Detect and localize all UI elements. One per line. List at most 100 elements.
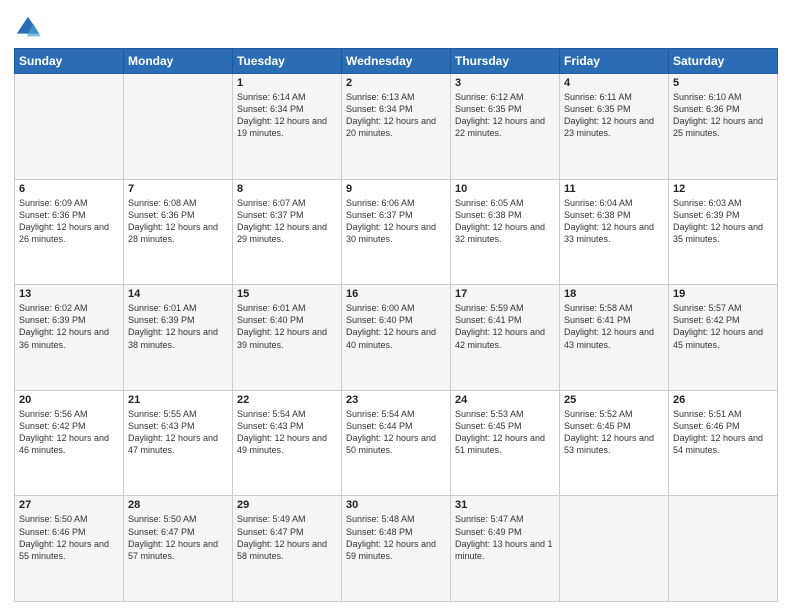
day-info: Sunrise: 6:01 AMSunset: 6:40 PMDaylight:… [237,302,337,351]
logo-icon [14,14,42,42]
day-info: Sunrise: 6:03 AMSunset: 6:39 PMDaylight:… [673,197,773,246]
day-number: 14 [128,288,228,300]
day-number: 27 [19,499,119,511]
day-number: 12 [673,183,773,195]
weekday-wednesday: Wednesday [342,49,451,74]
calendar-cell: 8 Sunrise: 6:07 AMSunset: 6:37 PMDaylight… [233,179,342,285]
calendar-cell: 14Sunrise: 6:01 AMSunset: 6:39 PMDayligh… [124,285,233,391]
day-number: 4 [564,77,664,89]
day-number: 9 [346,183,446,195]
day-number: 21 [128,394,228,406]
day-info: Sunrise: 6:05 AMSunset: 6:38 PMDaylight:… [455,197,555,246]
day-info: Sunrise: 5:55 AMSunset: 6:43 PMDaylight:… [128,408,228,457]
day-info: Sunrise: 5:54 AMSunset: 6:44 PMDaylight:… [346,408,446,457]
day-info: Sunrise: 6:12 AMSunset: 6:35 PMDaylight:… [455,91,555,140]
weekday-friday: Friday [560,49,669,74]
calendar-week-1: 1 Sunrise: 6:14 AMSunset: 6:34 PMDaylight… [15,74,778,180]
day-number: 22 [237,394,337,406]
day-info: Sunrise: 5:54 AMSunset: 6:43 PMDaylight:… [237,408,337,457]
calendar-cell: 17Sunrise: 5:59 AMSunset: 6:41 PMDayligh… [451,285,560,391]
calendar-cell: 27Sunrise: 5:50 AMSunset: 6:46 PMDayligh… [15,496,124,602]
day-number: 7 [128,183,228,195]
day-number: 24 [455,394,555,406]
calendar-cell: 3 Sunrise: 6:12 AMSunset: 6:35 PMDaylight… [451,74,560,180]
calendar-cell: 13Sunrise: 6:02 AMSunset: 6:39 PMDayligh… [15,285,124,391]
day-info: Sunrise: 6:11 AMSunset: 6:35 PMDaylight:… [564,91,664,140]
day-info: Sunrise: 5:48 AMSunset: 6:48 PMDaylight:… [346,513,446,562]
calendar-cell: 28Sunrise: 5:50 AMSunset: 6:47 PMDayligh… [124,496,233,602]
weekday-tuesday: Tuesday [233,49,342,74]
day-number: 16 [346,288,446,300]
day-number: 6 [19,183,119,195]
calendar-week-2: 6 Sunrise: 6:09 AMSunset: 6:36 PMDaylight… [15,179,778,285]
calendar-body: 1 Sunrise: 6:14 AMSunset: 6:34 PMDaylight… [15,74,778,602]
weekday-saturday: Saturday [669,49,778,74]
calendar-cell: 15Sunrise: 6:01 AMSunset: 6:40 PMDayligh… [233,285,342,391]
day-number: 3 [455,77,555,89]
weekday-thursday: Thursday [451,49,560,74]
calendar-cell [15,74,124,180]
calendar-cell: 10 Sunrise: 6:05 AMSunset: 6:38 PMDayligh… [451,179,560,285]
day-number: 8 [237,183,337,195]
calendar-week-4: 20 Sunrise: 5:56 AMSunset: 6:42 PMDayligh… [15,390,778,496]
calendar-cell: 12 Sunrise: 6:03 AMSunset: 6:39 PMDayligh… [669,179,778,285]
calendar-cell [669,496,778,602]
calendar-header: SundayMondayTuesdayWednesdayThursdayFrid… [15,49,778,74]
calendar-cell: 30 Sunrise: 5:48 AMSunset: 6:48 PMDayligh… [342,496,451,602]
day-number: 1 [237,77,337,89]
weekday-header-row: SundayMondayTuesdayWednesdayThursdayFrid… [15,49,778,74]
day-info: Sunrise: 5:59 AMSunset: 6:41 PMDaylight:… [455,302,555,351]
day-info: Sunrise: 6:06 AMSunset: 6:37 PMDaylight:… [346,197,446,246]
calendar-cell: 29 Sunrise: 5:49 AMSunset: 6:47 PMDayligh… [233,496,342,602]
calendar-cell: 20 Sunrise: 5:56 AMSunset: 6:42 PMDayligh… [15,390,124,496]
day-info: Sunrise: 6:04 AMSunset: 6:38 PMDaylight:… [564,197,664,246]
day-number: 25 [564,394,664,406]
calendar-week-5: 27Sunrise: 5:50 AMSunset: 6:46 PMDayligh… [15,496,778,602]
day-number: 19 [673,288,773,300]
day-info: Sunrise: 6:08 AMSunset: 6:36 PMDaylight:… [128,197,228,246]
calendar-cell: 4 Sunrise: 6:11 AMSunset: 6:35 PMDaylight… [560,74,669,180]
day-number: 30 [346,499,446,511]
calendar-cell: 19 Sunrise: 5:57 AMSunset: 6:42 PMDayligh… [669,285,778,391]
day-info: Sunrise: 5:56 AMSunset: 6:42 PMDaylight:… [19,408,119,457]
day-info: Sunrise: 5:58 AMSunset: 6:41 PMDaylight:… [564,302,664,351]
calendar-cell: 16 Sunrise: 6:00 AMSunset: 6:40 PMDayligh… [342,285,451,391]
day-info: Sunrise: 6:10 AMSunset: 6:36 PMDaylight:… [673,91,773,140]
calendar-cell: 1 Sunrise: 6:14 AMSunset: 6:34 PMDaylight… [233,74,342,180]
day-info: Sunrise: 5:50 AMSunset: 6:47 PMDaylight:… [128,513,228,562]
day-number: 23 [346,394,446,406]
calendar-cell: 6 Sunrise: 6:09 AMSunset: 6:36 PMDaylight… [15,179,124,285]
day-info: Sunrise: 5:52 AMSunset: 6:45 PMDaylight:… [564,408,664,457]
day-info: Sunrise: 5:47 AMSunset: 6:49 PMDaylight:… [455,513,555,562]
day-number: 20 [19,394,119,406]
calendar-cell: 25 Sunrise: 5:52 AMSunset: 6:45 PMDayligh… [560,390,669,496]
day-info: Sunrise: 5:51 AMSunset: 6:46 PMDaylight:… [673,408,773,457]
day-number: 26 [673,394,773,406]
calendar-cell [124,74,233,180]
calendar-cell: 22 Sunrise: 5:54 AMSunset: 6:43 PMDayligh… [233,390,342,496]
header [14,10,778,42]
day-info: Sunrise: 5:49 AMSunset: 6:47 PMDaylight:… [237,513,337,562]
day-number: 18 [564,288,664,300]
day-info: Sunrise: 6:00 AMSunset: 6:40 PMDaylight:… [346,302,446,351]
calendar-cell: 11Sunrise: 6:04 AMSunset: 6:38 PMDayligh… [560,179,669,285]
calendar-cell: 31 Sunrise: 5:47 AMSunset: 6:49 PMDayligh… [451,496,560,602]
calendar-cell [560,496,669,602]
page: SundayMondayTuesdayWednesdayThursdayFrid… [0,0,792,612]
day-number: 31 [455,499,555,511]
day-info: Sunrise: 6:14 AMSunset: 6:34 PMDaylight:… [237,91,337,140]
weekday-monday: Monday [124,49,233,74]
calendar-cell: 21 Sunrise: 5:55 AMSunset: 6:43 PMDayligh… [124,390,233,496]
day-info: Sunrise: 6:02 AMSunset: 6:39 PMDaylight:… [19,302,119,351]
day-info: Sunrise: 6:09 AMSunset: 6:36 PMDaylight:… [19,197,119,246]
calendar-cell: 5Sunrise: 6:10 AMSunset: 6:36 PMDaylight… [669,74,778,180]
weekday-sunday: Sunday [15,49,124,74]
day-info: Sunrise: 5:57 AMSunset: 6:42 PMDaylight:… [673,302,773,351]
calendar-cell: 24Sunrise: 5:53 AMSunset: 6:45 PMDayligh… [451,390,560,496]
day-number: 29 [237,499,337,511]
calendar-cell: 9 Sunrise: 6:06 AMSunset: 6:37 PMDaylight… [342,179,451,285]
calendar-cell: 2Sunrise: 6:13 AMSunset: 6:34 PMDaylight… [342,74,451,180]
calendar-cell: 7 Sunrise: 6:08 AMSunset: 6:36 PMDaylight… [124,179,233,285]
day-number: 10 [455,183,555,195]
day-info: Sunrise: 6:07 AMSunset: 6:37 PMDaylight:… [237,197,337,246]
